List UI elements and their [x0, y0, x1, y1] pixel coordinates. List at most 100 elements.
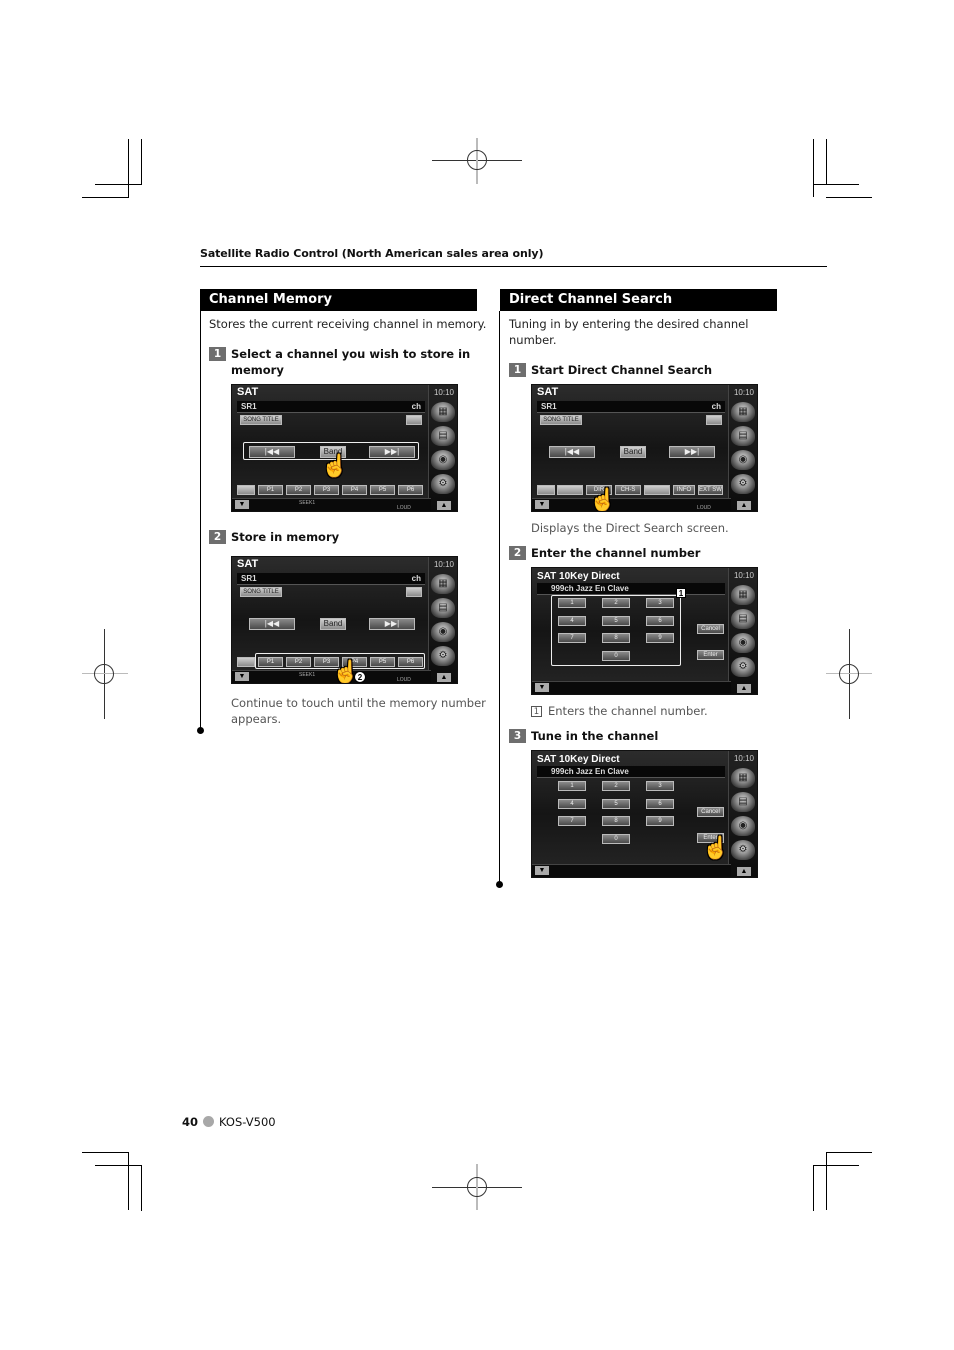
- channel-search-button[interactable]: CH-S: [615, 485, 641, 495]
- preset-button[interactable]: P2: [286, 485, 311, 495]
- menu-icon[interactable]: ▦: [431, 574, 455, 594]
- touch-hand-icon: ☝: [321, 453, 349, 478]
- key-button[interactable]: 7: [558, 816, 586, 826]
- preset-button[interactable]: P1: [258, 657, 283, 667]
- key-button[interactable]: 4: [558, 616, 586, 626]
- scroll-button[interactable]: [406, 415, 422, 425]
- function-toggle-button[interactable]: [237, 657, 255, 667]
- menu-icon[interactable]: ▦: [731, 768, 755, 788]
- up-button[interactable]: ▲: [737, 867, 751, 876]
- cancel-button[interactable]: Cancel: [697, 807, 724, 817]
- preset-button[interactable]: P2: [286, 657, 311, 667]
- up-button[interactable]: ▲: [737, 684, 751, 693]
- clock: 10:10: [433, 560, 454, 569]
- up-button[interactable]: ▲: [437, 501, 451, 510]
- down-button[interactable]: ▼: [535, 500, 549, 509]
- next-button[interactable]: ▶▶|: [669, 446, 715, 458]
- enter-button[interactable]: Enter: [697, 650, 724, 660]
- screen-title: SAT: [537, 386, 559, 398]
- preset-button[interactable]: P6: [398, 485, 423, 495]
- scroll-button[interactable]: [706, 415, 722, 425]
- preset-button[interactable]: P4: [342, 485, 367, 495]
- settings-icon[interactable]: ⚙: [431, 646, 455, 666]
- settings-icon[interactable]: ⚙: [431, 474, 455, 494]
- song-title-button[interactable]: SONG TITLE: [240, 587, 282, 597]
- prev-button[interactable]: |◀◀: [249, 618, 295, 630]
- down-button[interactable]: ▼: [535, 683, 549, 692]
- step-number: 3: [509, 729, 526, 743]
- touch-hand-icon: ☝: [589, 487, 617, 512]
- key-button[interactable]: 6: [646, 616, 674, 626]
- function-button[interactable]: [644, 485, 670, 495]
- down-button[interactable]: ▼: [235, 500, 249, 509]
- preset-button[interactable]: P5: [370, 657, 395, 667]
- preset-button[interactable]: P1: [258, 485, 283, 495]
- band-row: SR1 ch: [537, 401, 725, 413]
- step-label: Tune in the channel: [531, 729, 659, 743]
- function-toggle-button[interactable]: [237, 485, 255, 495]
- media-icon[interactable]: ▤: [431, 426, 455, 446]
- function-toggle-button[interactable]: [537, 485, 555, 495]
- key-button[interactable]: 2: [602, 598, 630, 608]
- speaker-icon[interactable]: ◉: [431, 450, 455, 470]
- scroll-button[interactable]: [406, 587, 422, 597]
- settings-icon[interactable]: ⚙: [731, 657, 755, 677]
- key-button[interactable]: 0: [602, 651, 630, 661]
- next-button[interactable]: ▶▶|: [369, 446, 415, 458]
- crop-mark: [826, 1152, 872, 1153]
- page-footer: 40 KOS-V500: [182, 1115, 276, 1129]
- speaker-icon[interactable]: ◉: [431, 622, 455, 642]
- preset-button[interactable]: P3: [314, 485, 339, 495]
- prev-button[interactable]: |◀◀: [549, 446, 595, 458]
- menu-icon[interactable]: ▦: [431, 402, 455, 422]
- key-button[interactable]: 0: [602, 834, 630, 844]
- band-button[interactable]: Band: [620, 446, 646, 458]
- song-title-button[interactable]: SONG TITLE: [540, 415, 582, 425]
- key-button[interactable]: 3: [646, 598, 674, 608]
- key-button[interactable]: 1: [558, 781, 586, 791]
- media-icon[interactable]: ▤: [731, 792, 755, 812]
- key-button[interactable]: 8: [602, 816, 630, 826]
- key-button[interactable]: 9: [646, 816, 674, 826]
- crop-mark: [813, 139, 814, 197]
- key-button[interactable]: 8: [602, 633, 630, 643]
- settings-icon[interactable]: ⚙: [731, 474, 755, 494]
- section-intro: Stores the current receiving channel in …: [209, 317, 487, 331]
- key-button[interactable]: 5: [602, 799, 630, 809]
- function-button[interactable]: [557, 485, 583, 495]
- screen-sidebar: 10:10 ▦ ▤ ◉ ⚙: [728, 568, 757, 694]
- key-button[interactable]: 1: [558, 598, 586, 608]
- media-icon[interactable]: ▤: [731, 609, 755, 629]
- key-button[interactable]: 9: [646, 633, 674, 643]
- up-button[interactable]: ▲: [737, 501, 751, 510]
- media-icon[interactable]: ▤: [431, 598, 455, 618]
- down-button[interactable]: ▼: [235, 672, 249, 681]
- speaker-icon[interactable]: ◉: [731, 633, 755, 653]
- prev-button[interactable]: |◀◀: [249, 446, 295, 458]
- ext-sw-button[interactable]: EXT SW: [698, 485, 723, 495]
- speaker-icon[interactable]: ◉: [731, 816, 755, 836]
- registration-mark: [467, 1177, 487, 1197]
- media-icon[interactable]: ▤: [731, 426, 755, 446]
- band-button[interactable]: Band: [320, 618, 346, 630]
- speaker-icon[interactable]: ◉: [731, 450, 755, 470]
- preset-button[interactable]: P5: [370, 485, 395, 495]
- info-button[interactable]: INFO: [673, 485, 695, 495]
- menu-icon[interactable]: ▦: [731, 585, 755, 605]
- key-button[interactable]: 2: [602, 781, 630, 791]
- key-button[interactable]: 4: [558, 799, 586, 809]
- menu-icon[interactable]: ▦: [731, 402, 755, 422]
- up-button[interactable]: ▲: [437, 673, 451, 682]
- settings-icon[interactable]: ⚙: [731, 840, 755, 860]
- next-button[interactable]: ▶▶|: [369, 618, 415, 630]
- band-label: SR1: [241, 574, 257, 583]
- key-button[interactable]: 5: [602, 616, 630, 626]
- key-button[interactable]: 6: [646, 799, 674, 809]
- cancel-button[interactable]: Cancel: [697, 624, 724, 634]
- ch-label: ch: [411, 574, 421, 583]
- preset-button[interactable]: P6: [398, 657, 423, 667]
- key-button[interactable]: 3: [646, 781, 674, 791]
- key-button[interactable]: 7: [558, 633, 586, 643]
- song-title-button[interactable]: SONG TITLE: [240, 415, 282, 425]
- down-button[interactable]: ▼: [535, 866, 549, 875]
